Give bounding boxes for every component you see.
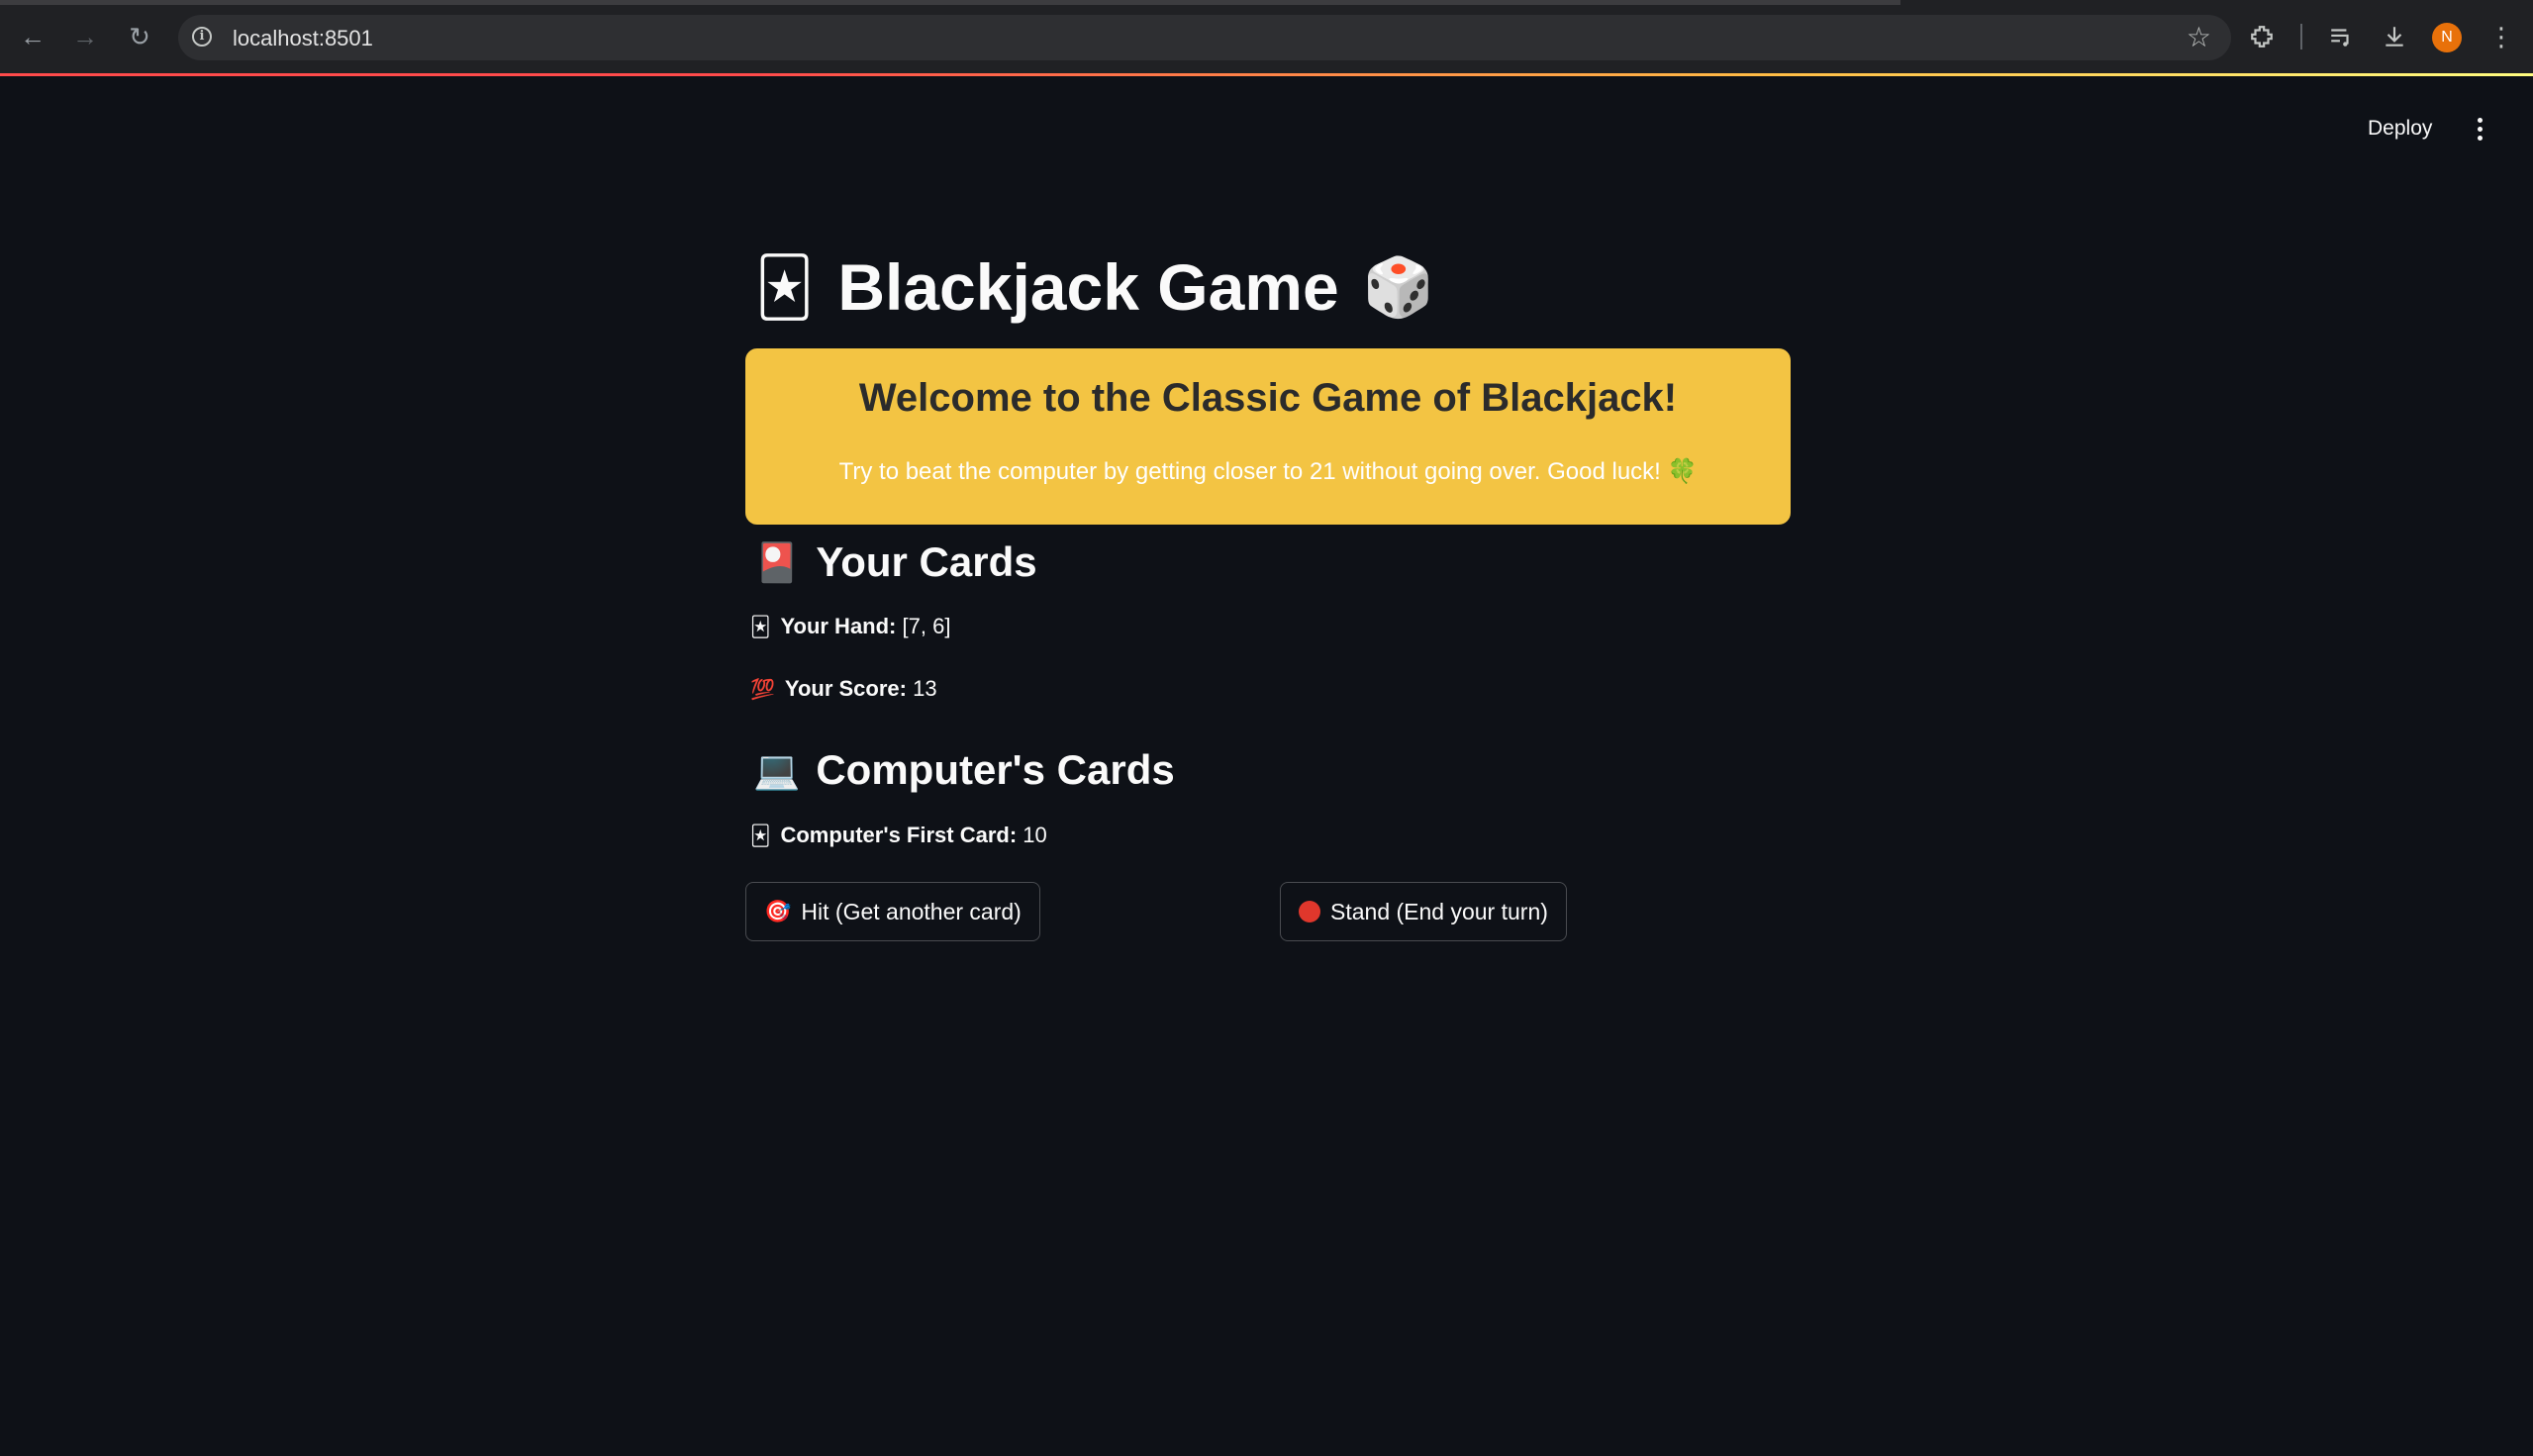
address-bar[interactable]: i localhost:8501 ☆ — [178, 15, 2231, 60]
your-hand-line: 🃏 Your Hand: [7, 6] — [750, 614, 950, 639]
hit-button[interactable]: 🎯 Hit (Get another card) — [745, 882, 1040, 941]
stand-button[interactable]: Stand (End your turn) — [1280, 882, 1567, 941]
stand-button-label: Stand (End your turn) — [1330, 898, 1548, 924]
your-cards-heading: 🎴 Your Cards — [753, 538, 1037, 586]
your-hand-value: [7, 6] — [902, 614, 951, 638]
page-title-text: Blackjack Game — [837, 250, 1339, 324]
reload-icon[interactable]: ↻ — [125, 22, 154, 51]
your-score-label: Your Score: — [784, 676, 907, 701]
dice-icon: 🎲 — [1362, 252, 1434, 321]
forward-arrow-icon[interactable]: → — [70, 22, 100, 51]
bookmark-star-icon[interactable]: ☆ — [2187, 21, 2211, 53]
media-queue-icon[interactable] — [2324, 20, 2358, 53]
flower-card-icon: 🎴 — [753, 539, 801, 584]
laptop-icon: 💻 — [753, 747, 801, 792]
computer-cards-heading-text: Computer's Cards — [816, 746, 1175, 793]
site-info-icon[interactable]: i — [192, 27, 212, 47]
streamlit-loading-bar — [0, 73, 2533, 76]
computer-first-card-label: Computer's First Card: — [780, 823, 1018, 847]
your-cards-heading-text: Your Cards — [816, 538, 1037, 585]
your-hand-label: Your Hand: — [780, 614, 897, 638]
hundred-points-icon: 💯 — [750, 677, 775, 701]
hit-button-label: Hit (Get another card) — [801, 898, 1022, 924]
red-circle-icon — [1299, 901, 1320, 922]
welcome-banner: Welcome to the Classic Game of Blackjack… — [745, 348, 1791, 525]
your-score-value: 13 — [913, 676, 937, 701]
profile-avatar[interactable]: N — [2432, 23, 2462, 52]
joker-card-icon: 🃏 — [750, 824, 771, 847]
toolbar-divider — [2300, 24, 2302, 49]
main-menu-icon[interactable] — [2465, 111, 2494, 146]
your-score-line: 💯 Your Score: 13 — [750, 676, 937, 702]
computer-first-card-line: 🃏 Computer's First Card: 10 — [750, 823, 1047, 848]
tab-strip — [0, 0, 1900, 5]
welcome-subtext: Try to beat the computer by getting clos… — [838, 458, 1698, 485]
computer-cards-heading: 💻 Computer's Cards — [753, 746, 1175, 794]
welcome-heading: Welcome to the Classic Game of Blackjack… — [858, 376, 1678, 420]
browser-toolbar: ← → ↻ i localhost:8501 ☆ N ⋮ — [0, 0, 2533, 73]
back-arrow-icon[interactable]: ← — [18, 22, 48, 51]
computer-first-card-value: 10 — [1023, 823, 1047, 847]
url-text[interactable]: localhost:8501 — [233, 26, 373, 51]
deploy-button[interactable]: Deploy — [2360, 111, 2440, 146]
joker-card-icon: 🃏 — [750, 615, 771, 638]
joker-card-icon: 🃏 — [755, 253, 815, 321]
page-title: 🃏 Blackjack Game 🎲 — [755, 247, 1434, 327]
target-icon: 🎯 — [764, 899, 792, 924]
download-icon[interactable] — [2378, 20, 2411, 53]
browser-menu-icon[interactable]: ⋮ — [2484, 20, 2518, 53]
extensions-icon[interactable] — [2245, 20, 2279, 53]
